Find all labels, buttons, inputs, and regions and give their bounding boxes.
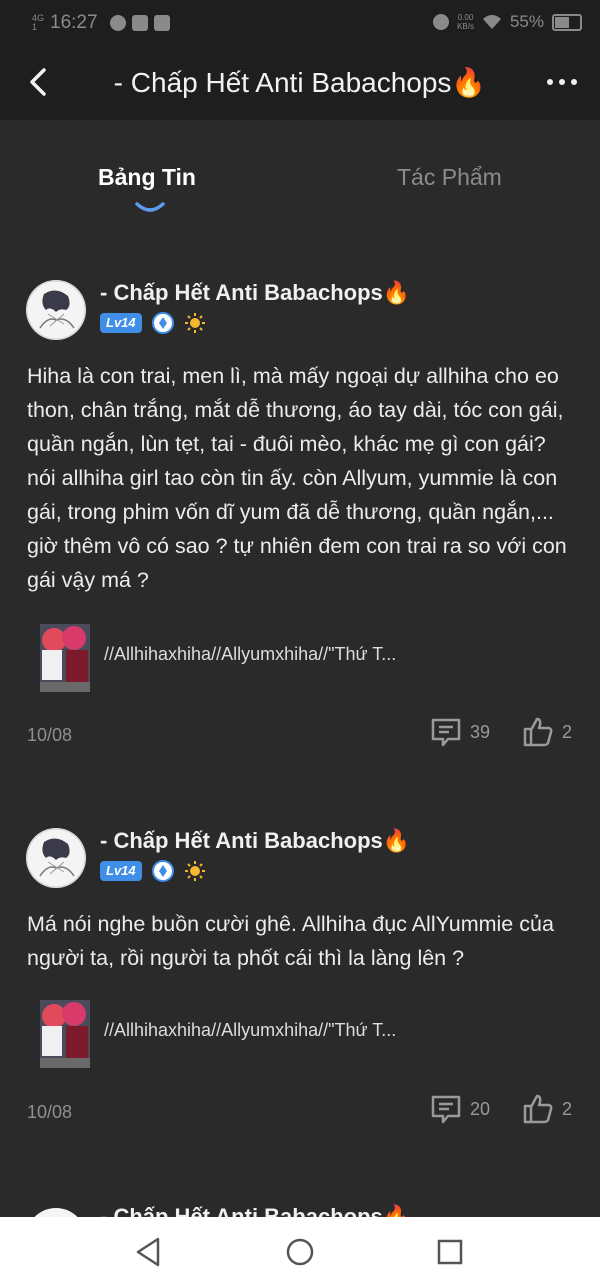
level-badge: Lv14 (100, 313, 142, 333)
post-author[interactable]: - Chấp Hết Anti Babachops🔥 (100, 1204, 410, 1217)
battery-percent: 55% (509, 12, 544, 31)
like-button[interactable]: 2 (522, 716, 572, 748)
user-badges: Lv14 (100, 312, 206, 334)
diamond-badge-icon (151, 312, 174, 334)
post-author[interactable]: - Chấp Hết Anti Babachops🔥 (100, 828, 410, 854)
post-content: Hiha là con trai, men lì, mà mấy ngoại d… (27, 364, 567, 592)
status-time: 16:27 (50, 12, 98, 33)
alarm-icon (433, 14, 450, 30)
thumbs-up-icon (523, 717, 553, 747)
story-title: //Allhihaxhiha//Allyumxhiha//"Thứ T... (104, 1020, 397, 1040)
level-badge: Lv14 (100, 861, 142, 881)
comment-button[interactable]: 20 (430, 1093, 490, 1125)
like-button[interactable]: 2 (522, 1093, 572, 1125)
avatar[interactable] (26, 1208, 86, 1217)
feed-post: - Chấp Hết Anti Babachops🔥 (0, 1202, 600, 1217)
story-title: //Allhihaxhiha//Allyumxhiha//"Thứ T... (104, 644, 397, 664)
attached-story[interactable]: //Allhihaxhiha//Allyumxhiha//"Thứ T... (40, 624, 580, 692)
like-count: 2 (562, 1098, 573, 1119)
avatar-sketch-icon (26, 828, 86, 888)
sun-badge-icon (184, 860, 206, 882)
battery-icon (552, 13, 582, 31)
more-options-button[interactable] (542, 70, 582, 94)
tab-active-indicator (135, 202, 165, 212)
status-bar: 4G 1 16:27 0.00 KB/s 55% (0, 0, 600, 44)
facebook-icon (153, 15, 170, 31)
page-title: - Chấp Hết Anti Babachops🔥 (113, 66, 487, 98)
comment-icon (431, 1095, 461, 1124)
avatar[interactable] (26, 828, 86, 888)
tab-works[interactable]: Tác Phẩm (397, 164, 502, 191)
app-notification-icon (131, 15, 148, 31)
nav-home-icon[interactable] (282, 1234, 318, 1270)
comment-count: 20 (470, 1098, 491, 1119)
tab-bar: Bảng Tin Tác Phẩm (0, 120, 600, 230)
messenger-icon (109, 15, 126, 31)
story-thumbnail (40, 1000, 90, 1068)
post-date: 10/08 (27, 1102, 73, 1122)
tab-news-feed[interactable]: Bảng Tin (98, 164, 196, 191)
feed-post: - Chấp Hết Anti Babachops🔥 Lv14 Má nói n… (0, 828, 600, 1148)
post-author[interactable]: - Chấp Hết Anti Babachops🔥 (100, 280, 410, 306)
wifi-icon (482, 15, 501, 29)
comment-icon (431, 718, 461, 747)
nav-recents-icon[interactable] (432, 1234, 468, 1270)
story-thumbnail (40, 624, 90, 692)
like-count: 2 (562, 721, 573, 742)
user-badges: Lv14 (100, 860, 206, 882)
diamond-badge-icon (151, 860, 174, 882)
feed-post: - Chấp Hết Anti Babachops🔥 Lv14 Hiha là … (0, 280, 600, 760)
post-content: Má nói nghe buồn cười ghê. Allhiha đục A… (27, 912, 554, 970)
nav-back-icon[interactable] (130, 1234, 166, 1270)
system-nav-bar (0, 1217, 600, 1287)
comment-count: 39 (470, 721, 491, 742)
avatar-sketch-icon (26, 280, 86, 340)
back-button[interactable] (22, 62, 62, 102)
thumbs-up-icon (523, 1094, 553, 1124)
sun-badge-icon (184, 312, 206, 334)
attached-story[interactable]: //Allhihaxhiha//Allyumxhiha//"Thứ T... (40, 1000, 580, 1068)
chevron-left-icon (30, 68, 46, 96)
post-date: 10/08 (27, 725, 73, 745)
more-dots-icon (547, 79, 553, 85)
comment-button[interactable]: 39 (430, 716, 490, 748)
app-header: - Chấp Hết Anti Babachops🔥 (0, 44, 600, 120)
network-speed: 0.00 KB/s (457, 13, 474, 31)
network-indicator: 4G 1 (32, 13, 45, 32)
avatar[interactable] (26, 280, 86, 340)
